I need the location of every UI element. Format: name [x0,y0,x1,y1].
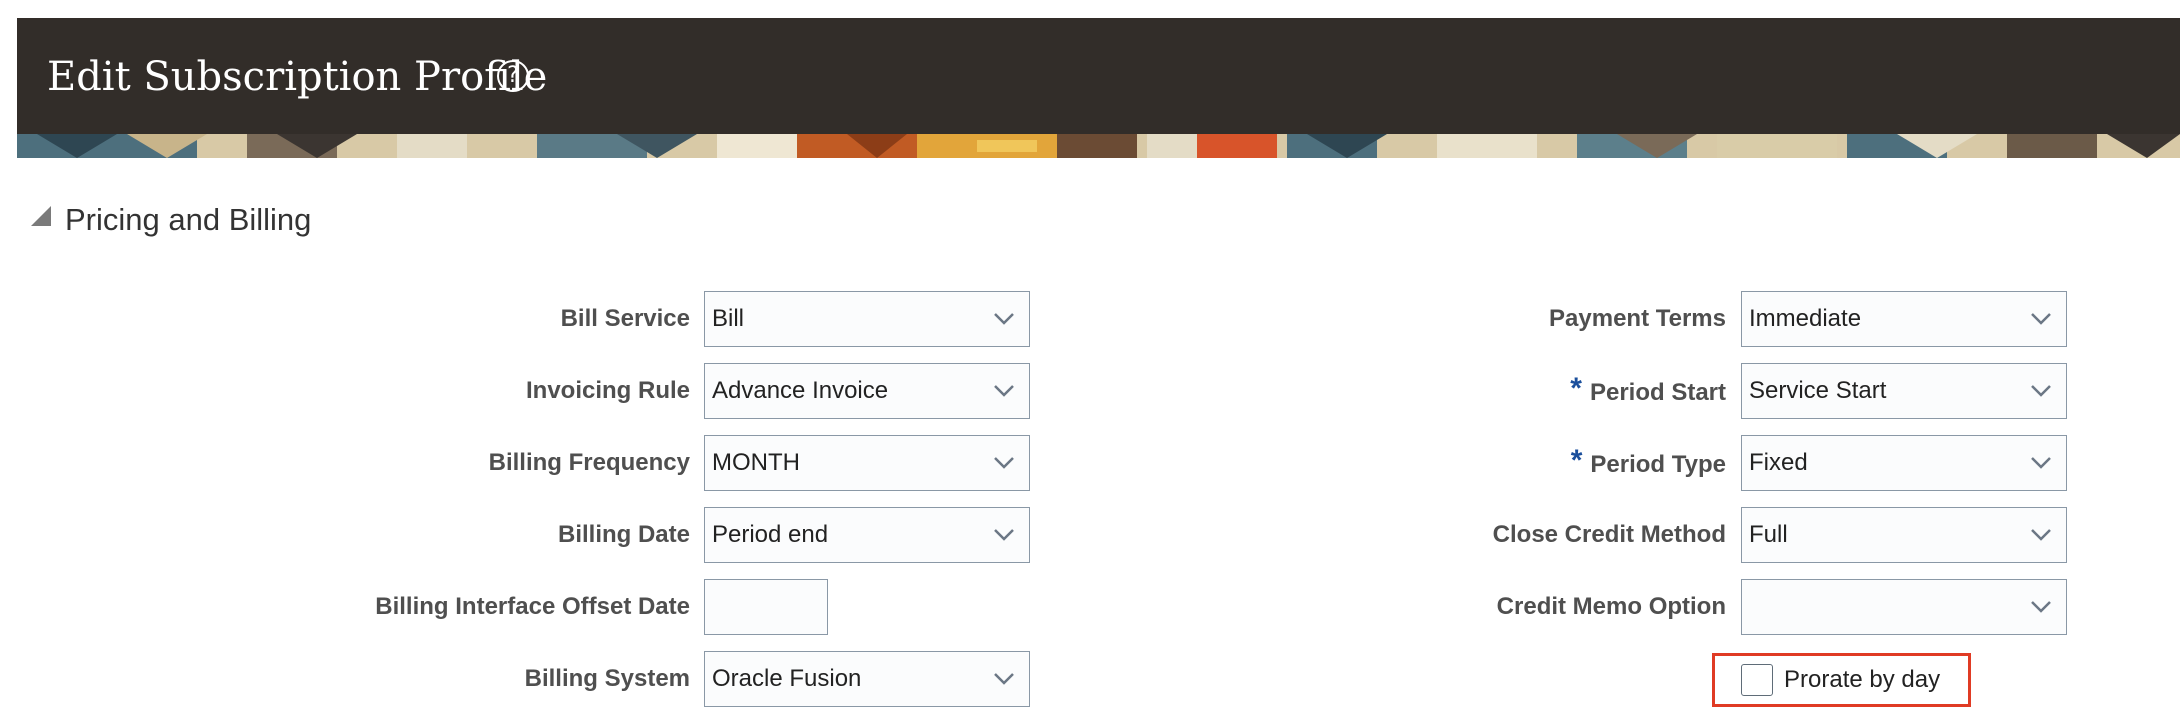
billing-frequency-value: MONTH [712,449,800,476]
billing-system-label: Billing System [524,665,690,692]
close-credit-method-select[interactable]: Full [1741,507,2067,563]
billing-date-select[interactable]: Period end [704,507,1030,563]
billing-frequency-select[interactable]: MONTH [704,435,1030,491]
close-credit-method-value: Full [1749,521,1788,548]
period-start-select[interactable]: Service Start [1741,363,2067,419]
payment-terms-label: Payment Terms [1549,305,1726,332]
page-header: Edit Subscription Profile ? [17,18,2180,134]
period-start-label: Period Start [1589,379,1726,406]
billing-system-value: Oracle Fusion [712,665,862,692]
chevron-down-icon [2031,457,2051,469]
chevron-down-icon [994,313,1014,325]
chevron-down-icon [2031,601,2051,613]
prorate-by-day-checkbox[interactable] [1741,664,1773,696]
period-start-label-container: * Period Start [1380,364,1726,418]
billing-interface-offset-date-input[interactable] [704,579,828,635]
invoicing-rule-select[interactable]: Advance Invoice [704,363,1030,419]
chevron-down-icon [2031,385,2051,397]
credit-memo-option-label: Credit Memo Option [1496,593,1726,620]
page-title: Edit Subscription Profile [47,54,548,100]
billing-date-label: Billing Date [557,521,690,548]
chevron-down-icon [994,457,1014,469]
help-icon[interactable]: ? [497,60,529,92]
billing-system-select[interactable]: Oracle Fusion [704,651,1030,707]
period-type-select[interactable]: Fixed [1741,435,2067,491]
credit-memo-option-select[interactable] [1741,579,2067,635]
chevron-down-icon [994,673,1014,685]
billing-date-value: Period end [712,521,829,548]
period-start-value: Service Start [1749,377,1887,404]
invoicing-rule-label: Invoicing Rule [525,377,690,404]
chevron-down-icon [2031,313,2051,325]
billing-frequency-label: Billing Frequency [488,449,690,476]
payment-terms-select[interactable]: Immediate [1741,291,2067,347]
bill-service-label: Bill Service [560,305,690,332]
chevron-down-icon [2031,529,2051,541]
prorate-by-day-label[interactable]: Prorate by day [1784,653,1940,707]
close-credit-method-label: Close Credit Method [1492,521,1726,548]
bill-service-value: Bill [712,305,745,332]
chevron-down-icon [994,385,1014,397]
bill-service-select[interactable]: Bill [704,291,1030,347]
billing-interface-offset-date-label: Billing Interface Offset Date [375,593,690,620]
period-type-label-container: * Period Type [1380,436,1726,490]
chevron-down-icon [994,529,1014,541]
payment-terms-value: Immediate [1749,305,1862,332]
collapse-triangle-icon[interactable] [30,205,52,227]
section-title: Pricing and Billing [65,202,312,237]
decorative-banner [17,134,2180,158]
required-marker: * [1570,372,1582,405]
period-type-label: Period Type [1590,451,1726,478]
required-marker: * [1570,444,1583,477]
invoicing-rule-value: Advance Invoice [712,377,889,404]
period-type-value: Fixed [1749,449,1808,476]
